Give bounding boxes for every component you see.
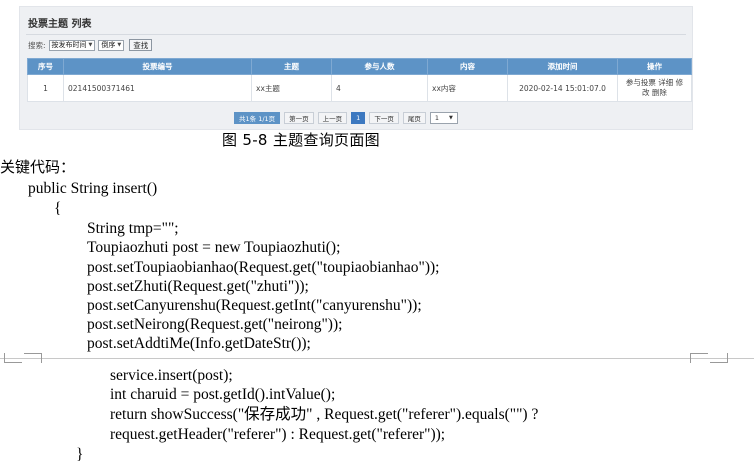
prev-page-button[interactable]: 上一页	[317, 111, 348, 124]
current-page-button[interactable]: 1	[351, 111, 366, 124]
column-header[interactable]: 投票编号	[63, 58, 252, 75]
chevron-down-icon: ▼	[448, 114, 453, 121]
search-label: 搜索:	[28, 40, 46, 50]
page-break	[0, 353, 754, 363]
column-header[interactable]: 内容	[427, 58, 508, 75]
code-line: return showSuccess("保存成功" , Request.get(…	[110, 406, 539, 423]
chevron-down-icon: ▼	[88, 42, 93, 48]
pagination: 共1条 1/1页 第一页 上一页 1 下一页 尾页 1 ▼	[234, 111, 458, 124]
corner-mark	[4, 353, 22, 363]
corner-mark	[690, 353, 708, 363]
row-topic: xx主题	[251, 74, 332, 102]
page-jump-value: 1	[434, 113, 439, 122]
row-participants: 4	[331, 74, 428, 102]
key-code-label: 关键代码：	[0, 158, 76, 176]
row-vote-code: 02141500371461	[63, 74, 252, 102]
code-line: }	[76, 446, 84, 463]
table-row: 1 02141500371461 xx主题 4 xx内容 2020-02-14 …	[27, 74, 692, 102]
code-line: Toupiaozhuti post = new Toupiaozhuti();	[87, 239, 341, 256]
column-header: 操作	[617, 58, 692, 75]
column-header[interactable]: 添加时间	[507, 58, 618, 75]
row-actions-line[interactable]: 改 删除	[622, 88, 687, 98]
sort-order-value: 倒序	[101, 41, 116, 49]
page-info: 共1条 1/1页	[234, 111, 281, 124]
code-line: post.setZhuti(Request.get("zhuti"));	[87, 278, 309, 295]
sort-field-value: 按发布时间	[51, 41, 87, 49]
sort-order-select[interactable]: 倒序 ▼	[98, 39, 125, 51]
page-break-line	[0, 358, 754, 359]
code-line: post.setToupiaobianhao(Request.get("toup…	[87, 259, 440, 276]
panel-title: 投票主题 列表	[28, 19, 92, 30]
figure-caption: 图 5-8 主题查询页面图	[222, 131, 380, 149]
row-actions-line[interactable]: 参与投票 详细 修	[622, 78, 687, 88]
code-line: post.setNeirong(Request.get("neirong"));	[87, 316, 343, 333]
code-line: post.setAddtiMe(Info.getDateStr());	[87, 335, 311, 352]
row-content: xx内容	[427, 74, 508, 102]
row-index: 1	[27, 74, 64, 102]
code-line: request.getHeader("referer") : Request.g…	[110, 426, 446, 443]
vote-topic-table: 序号 投票编号 主题 参与人数 内容 添加时间 操作 1 02141500371…	[27, 58, 692, 102]
next-page-button[interactable]: 下一页	[369, 111, 399, 124]
panel-divider	[26, 34, 686, 35]
corner-mark	[710, 353, 728, 363]
column-header[interactable]: 主题	[251, 58, 332, 75]
row-actions: 参与投票 详细 修 改 删除	[617, 74, 692, 102]
search-button[interactable]: 查找	[129, 39, 153, 51]
chevron-down-icon: ▼	[117, 42, 122, 48]
column-header[interactable]: 序号	[27, 58, 64, 75]
code-line: post.setCanyurenshu(Request.getInt("cany…	[87, 297, 422, 314]
corner-mark	[24, 353, 42, 363]
code-line: String tmp="";	[87, 220, 179, 237]
column-header[interactable]: 参与人数	[331, 58, 428, 75]
page-jump-select[interactable]: 1 ▼	[429, 111, 458, 124]
table-header-row: 序号 投票编号 主题 参与人数 内容 添加时间 操作	[27, 58, 692, 75]
code-line: public String insert()	[28, 180, 158, 197]
sort-field-select[interactable]: 按发布时间 ▼	[48, 39, 96, 51]
list-panel-screenshot: 投票主题 列表 搜索: 按发布时间 ▼ 倒序 ▼ 查找 序号 投票编号 主题 参…	[19, 6, 693, 130]
code-line: {	[54, 200, 62, 217]
search-bar: 搜索: 按发布时间 ▼ 倒序 ▼ 查找	[28, 38, 153, 52]
first-page-button[interactable]: 第一页	[284, 111, 314, 124]
code-line: int charuid = post.getId().intValue();	[110, 386, 336, 403]
row-added-time: 2020-02-14 15:01:07.0	[507, 74, 618, 102]
code-line: service.insert(post);	[110, 367, 233, 384]
last-page-button[interactable]: 尾页	[402, 111, 426, 124]
